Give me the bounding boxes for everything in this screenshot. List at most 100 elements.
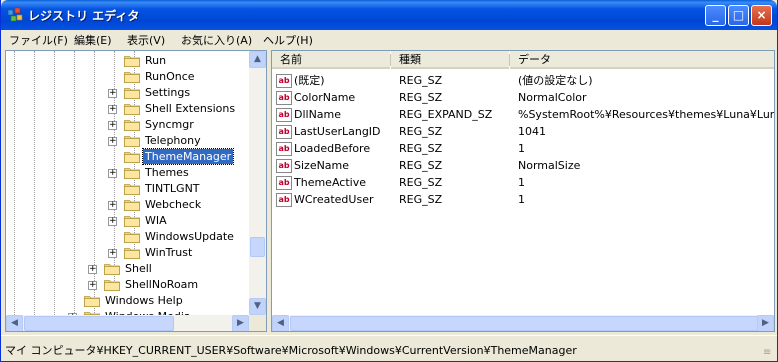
tree-item[interactable]: + ShellNoRoam (6, 277, 249, 293)
folder-icon (124, 200, 140, 211)
tree-item[interactable]: + WIA (6, 213, 249, 229)
key-tree[interactable]: Run RunOnce + Settings + Shell Extensions + Syn… (5, 50, 267, 332)
value-type: REG_SZ (399, 125, 443, 138)
tree-item-label: Telephony (145, 134, 201, 147)
tree-vscroll-thumb[interactable] (250, 237, 265, 257)
tree-item[interactable]: + Webcheck (6, 197, 249, 213)
tree-item[interactable]: + Settings (6, 85, 249, 101)
tree-item-label: Shell Extensions (145, 102, 236, 115)
value-row[interactable]: ab ThemeActive REG_SZ 1 (272, 175, 774, 192)
expand-plus-icon[interactable]: + (108, 169, 117, 178)
string-value-icon: ab (276, 91, 292, 105)
tree-item[interactable]: ThemeManager (6, 148, 249, 165)
tree-item[interactable]: TINTLGNT (6, 181, 249, 197)
tree-item-label: TINTLGNT (145, 182, 200, 195)
value-row[interactable]: ab DllName REG_EXPAND_SZ %SystemRoot%¥Resou… (272, 107, 774, 124)
expand-plus-icon[interactable]: + (108, 89, 117, 98)
menu-favorites[interactable]: お気に入り(A) (181, 32, 252, 48)
title-bar[interactable]: レジストリ エディタ _ □ × (1, 0, 777, 30)
tree-item-label: Syncmgr (145, 118, 194, 131)
string-value-icon: ab (276, 108, 292, 122)
string-value-icon: ab (276, 125, 292, 139)
folder-icon (124, 216, 140, 227)
folder-icon (124, 88, 140, 99)
tree-item[interactable]: RunOnce (6, 69, 249, 85)
tree-scroll-right-button[interactable]: ▶ (232, 315, 249, 331)
menu-file[interactable]: ファイル(F) (9, 32, 68, 48)
column-header-data[interactable]: データ (510, 51, 774, 69)
tree-vscroll-track[interactable] (249, 51, 266, 315)
value-data: (値の設定なし) (518, 74, 593, 87)
value-row[interactable]: ab SizeName REG_SZ NormalSize (272, 158, 774, 175)
tree-item[interactable]: + Shell Extensions (6, 101, 249, 117)
string-value-icon: ab (276, 159, 292, 173)
tree-item[interactable]: + Telephony (6, 133, 249, 149)
maximize-button[interactable]: □ (728, 5, 749, 26)
value-row[interactable]: ab (既定) REG_SZ (値の設定なし) (272, 73, 774, 90)
tree-item[interactable]: WindowsUpdate (6, 229, 249, 245)
folder-icon (124, 152, 140, 163)
list-scroll-left-button[interactable]: ◀ (272, 315, 289, 331)
value-row[interactable]: ab WCreatedUser REG_SZ 1 (272, 192, 774, 209)
menu-help[interactable]: ヘルプ(H) (263, 32, 313, 48)
string-value-icon: ab (276, 176, 292, 190)
expand-plus-icon[interactable]: + (108, 121, 117, 130)
expand-plus-icon[interactable]: + (108, 137, 117, 146)
tree-scroll-left-button[interactable]: ◀ (6, 315, 23, 331)
tree-item-label: Windows Help (105, 294, 183, 307)
value-row[interactable]: ab ColorName REG_SZ NormalColor (272, 90, 774, 107)
value-type: REG_SZ (399, 74, 443, 87)
value-data: 1041 (518, 125, 546, 138)
tree-item[interactable]: Run (6, 53, 249, 69)
column-header-type[interactable]: 種類 (391, 51, 509, 69)
expand-plus-icon[interactable]: + (88, 265, 97, 274)
folder-icon (124, 168, 140, 179)
tree-scroll-up-button[interactable]: ▲ (249, 51, 266, 68)
menu-bar: ファイル(F) 編集(E) 表示(V) お気に入り(A) ヘルプ(H) (1, 30, 777, 49)
tree-item[interactable]: Windows Help (6, 293, 249, 309)
tree-item[interactable]: + Syncmgr (6, 117, 249, 133)
folder-icon (124, 248, 140, 259)
value-data: 1 (518, 142, 525, 155)
value-type: REG_EXPAND_SZ (399, 108, 493, 121)
folder-icon (124, 104, 140, 115)
value-list[interactable]: 名前 種類 データ ab (既定) REG_SZ (値の設定なし) ab ColorNam… (271, 50, 775, 332)
expand-plus-icon[interactable]: + (108, 105, 117, 114)
close-button[interactable]: × (751, 5, 772, 26)
folder-icon (124, 232, 140, 243)
registry-editor-icon (7, 7, 23, 22)
tree-scroll-corner (249, 315, 266, 331)
registry-editor-window: レジストリ エディタ _ □ × ファイル(F) 編集(E) 表示(V) お気に… (0, 0, 778, 362)
value-row[interactable]: ab LoadedBefore REG_SZ 1 (272, 141, 774, 158)
menu-view[interactable]: 表示(V) (127, 32, 165, 48)
list-hscroll-thumb[interactable] (290, 316, 758, 331)
tree-item-label: Run (145, 54, 167, 67)
tree-hscroll-thumb[interactable] (24, 316, 174, 331)
minimize-button[interactable]: _ (705, 5, 726, 26)
expand-plus-icon[interactable]: + (108, 201, 117, 210)
tree-item-label: WindowsUpdate (145, 230, 234, 243)
value-name: SizeName (294, 159, 350, 172)
value-data: 1 (518, 176, 525, 189)
tree-item[interactable]: + Shell (6, 261, 249, 277)
value-name: ColorName (294, 91, 356, 104)
list-scroll-right-button[interactable]: ▶ (757, 315, 774, 331)
folder-icon (84, 296, 100, 307)
value-data: NormalColor (518, 91, 587, 104)
tree-scroll-down-button[interactable]: ▼ (249, 298, 266, 315)
tree-item[interactable]: + WinTrust (6, 245, 249, 261)
value-row[interactable]: ab LastUserLangID REG_SZ 1041 (272, 124, 774, 141)
column-header-name[interactable]: 名前 (272, 51, 390, 69)
expand-plus-icon[interactable]: + (108, 217, 117, 226)
folder-icon (124, 56, 140, 67)
expand-plus-icon[interactable]: + (108, 249, 117, 258)
menu-edit[interactable]: 編集(E) (74, 32, 112, 48)
value-name: LoadedBefore (294, 142, 371, 155)
tree-item[interactable]: + Themes (6, 165, 249, 181)
folder-icon (124, 72, 140, 83)
expand-plus-icon[interactable]: + (88, 281, 97, 290)
resize-grip-icon[interactable]: ≡ (763, 347, 775, 359)
string-value-icon: ab (276, 193, 292, 207)
string-value-icon: ab (276, 142, 292, 156)
folder-icon (124, 120, 140, 131)
